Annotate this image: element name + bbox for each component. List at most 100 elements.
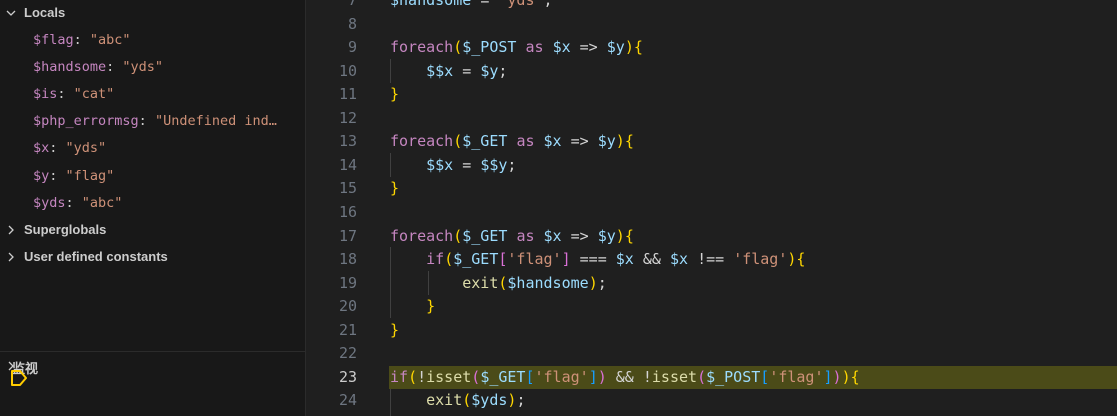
variable-entry: $x: "yds" [33, 140, 301, 156]
separator: : [73, 32, 90, 48]
line-number: 8 [347, 14, 357, 33]
code-text: } [390, 85, 400, 104]
line-number: 10 [338, 61, 357, 80]
code-line[interactable]: 18 if($_GET['flag'] === $x && $x !== 'fl… [306, 248, 1117, 272]
local-variable-row[interactable]: $flag: "abc" [0, 27, 305, 54]
code-line[interactable]: 9 foreach($_POST as $x => $y){ [306, 36, 1117, 60]
variable-entry: $php_errormsg: "Undefined ind… [33, 113, 301, 129]
code-text: foreach($_GET as $x => $y){ [390, 132, 634, 151]
code-line[interactable]: 15} [306, 177, 1117, 201]
code-text: foreach($_POST as $x => $y){ [390, 38, 643, 57]
variable-value: "abc" [89, 32, 131, 48]
code-text: $handsome = 'yds'; [390, 0, 553, 9]
chevron-right-icon [5, 224, 17, 236]
locals-section-header[interactable]: Locals [0, 0, 305, 27]
local-variable-row[interactable]: $y: "flag" [0, 163, 305, 190]
panel-divider [0, 351, 305, 352]
variable-name: $php_errormsg [33, 113, 139, 130]
user-constants-label: User defined constants [24, 249, 168, 264]
line-number: 11 [338, 85, 357, 104]
indent-guide [390, 389, 391, 416]
local-variable-row[interactable]: $yds: "abc" [0, 190, 305, 217]
line-number: 20 [338, 297, 357, 316]
code-line[interactable]: 22 [306, 342, 1117, 366]
variable-value: "yds" [65, 140, 107, 157]
code-text: $$x = $y; [426, 61, 508, 80]
debug-variables-panel: Locals $flag: "abc" $handsome: "yds" $is: … [0, 0, 306, 416]
code-text: if(!isset($_GET['flag']) && !isset($_POS… [390, 367, 860, 386]
variable-name: $yds [33, 194, 66, 211]
variable-value: "flag" [65, 167, 115, 184]
indent-guide [390, 59, 391, 83]
separator: : [138, 113, 155, 130]
user-constants-section-header[interactable]: User defined constants [0, 244, 305, 271]
code-text: exit($yds); [426, 391, 526, 410]
variable-value: "yds" [122, 59, 164, 76]
code-line[interactable]: 7 $handsome = 'yds'; [306, 0, 1117, 13]
local-variable-row[interactable]: $x: "yds" [0, 135, 305, 162]
line-number: 15 [338, 179, 357, 198]
variable-name: $is [33, 86, 58, 103]
code-text: } [390, 320, 400, 339]
line-number: 17 [338, 226, 357, 245]
code-line[interactable]: 24 exit($yds); [306, 389, 1117, 413]
code-text: $$x = $$y; [426, 155, 517, 174]
line-number: 18 [338, 250, 357, 269]
superglobals-label: Superglobals [24, 222, 107, 237]
code-text: exit($handsome); [462, 273, 607, 292]
superglobals-section-header[interactable]: Superglobals [0, 217, 305, 244]
code-line[interactable]: 23 if(!isset($_GET['flag']) && !isset($_P… [306, 365, 1117, 390]
separator: : [65, 194, 82, 211]
variable-name: $x [33, 140, 50, 157]
variable-entry: $handsome: "yds" [33, 59, 301, 75]
variable-name: $y [33, 167, 50, 184]
local-variable-row[interactable]: $is: "cat" [0, 81, 305, 108]
indent-guide [390, 247, 391, 318]
code-line[interactable]: 17 foreach($_GET as $x => $y){ [306, 225, 1117, 249]
chevron-down-icon [5, 7, 17, 19]
locals-label: Locals [24, 5, 66, 20]
line-number: 14 [338, 155, 357, 174]
chevron-right-icon [5, 251, 17, 263]
variable-entry: $flag: "abc" [33, 32, 301, 48]
local-variable-row[interactable]: $handsome: "yds" [0, 54, 305, 81]
variable-value: "Undefined ind… [154, 113, 277, 130]
separator: : [49, 140, 66, 157]
line-number: 13 [338, 132, 357, 151]
code-line[interactable]: 21} [306, 319, 1117, 343]
code-text: } [426, 297, 436, 316]
separator: : [57, 86, 74, 103]
code-line[interactable]: 12 [306, 107, 1117, 131]
code-line[interactable]: 10 $$x = $y; [306, 60, 1117, 84]
code-line[interactable]: 8 [306, 13, 1117, 37]
code-text: if($_GET['flag'] === $x && $x !== 'flag'… [426, 250, 806, 269]
code-line[interactable]: 14 $$x = $$y; [306, 154, 1117, 178]
code-line[interactable]: 16 [306, 201, 1117, 225]
code-text: foreach($_GET as $x => $y){ [390, 226, 634, 245]
variable-entry: $yds: "abc" [33, 195, 301, 211]
line-number: 22 [338, 344, 357, 363]
variable-entry: $y: "flag" [33, 168, 301, 184]
code-line[interactable]: 20 } [306, 295, 1117, 319]
code-text: } [390, 179, 400, 198]
line-number: 12 [338, 108, 357, 127]
separator: : [49, 167, 66, 184]
line-number: 16 [338, 202, 357, 221]
indent-guide [428, 271, 429, 295]
code-line[interactable]: 11} [306, 83, 1117, 107]
line-number: 21 [338, 320, 357, 339]
separator: : [106, 59, 123, 76]
code-line[interactable]: 13 foreach($_GET as $x => $y){ [306, 130, 1117, 154]
current-line-breakpoint-icon[interactable] [10, 369, 28, 387]
code-editor[interactable]: 7 $handsome = 'yds'; 8 9 foreach($_POST as $… [306, 0, 1117, 416]
line-number: 23 [338, 367, 357, 386]
line-number: 7 [347, 0, 357, 9]
variable-name: $handsome [33, 59, 107, 76]
variable-value: "cat" [73, 86, 115, 103]
local-variable-row[interactable]: $php_errormsg: "Undefined ind… [0, 108, 305, 135]
watch-section-header[interactable]: 监视 [0, 353, 305, 380]
line-number: 24 [338, 391, 357, 410]
line-number: 19 [338, 273, 357, 292]
variable-entry: $is: "cat" [33, 86, 301, 102]
line-number: 9 [347, 38, 357, 57]
